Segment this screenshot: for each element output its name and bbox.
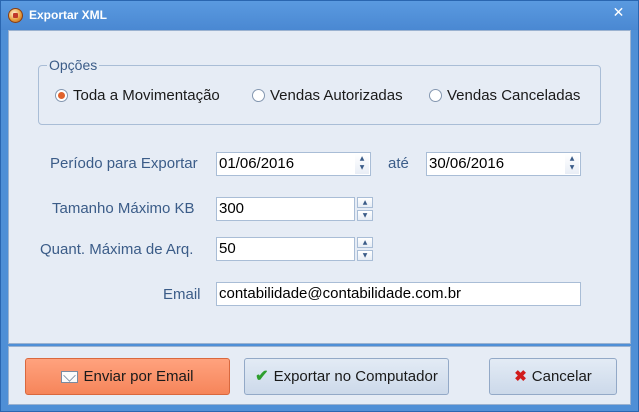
date-to-spinner[interactable]: ▲ ▼	[565, 154, 579, 174]
date-to-input[interactable]: 30/06/2016	[426, 152, 581, 176]
close-icon: ✖	[514, 367, 527, 385]
radio-label: Toda a Movimentação	[73, 86, 220, 104]
window-title: Exportar XML	[29, 8, 108, 22]
export-computer-label: Exportar no Computador	[273, 368, 438, 385]
date-from-spinner[interactable]: ▲ ▼	[355, 154, 369, 174]
radio-button[interactable]	[429, 88, 442, 102]
cancel-label: Cancelar	[531, 368, 592, 385]
send-email-button[interactable]: Enviar por Email	[25, 358, 230, 395]
radio-button[interactable]	[252, 88, 265, 102]
decrement-button[interactable]: ▼	[357, 250, 373, 261]
max-files-input[interactable]: 50	[216, 237, 355, 261]
decrement-button[interactable]: ▼	[357, 210, 373, 221]
radio-button-checked[interactable]	[55, 88, 68, 102]
cancel-button[interactable]: ✖ Cancelar	[489, 358, 617, 395]
radio-label: Vendas Autorizadas	[270, 86, 403, 104]
email-field[interactable]: contabilidade@contabilidade.com.br	[216, 282, 581, 306]
app-icon	[8, 8, 23, 23]
period-label: Período para Exportar	[50, 155, 198, 172]
envelope-icon	[61, 370, 79, 383]
radio-authorized-sales[interactable]: Vendas Autorizadas	[252, 86, 403, 104]
max-files-stepper: ▲ ▼	[357, 237, 373, 261]
max-size-stepper: ▲ ▼	[357, 197, 373, 221]
main-panel: Opções Toda a Movimentação Vendas Autori…	[8, 30, 631, 344]
export-computer-button[interactable]: ✔ Exportar no Computador	[244, 358, 449, 395]
increment-button[interactable]: ▲	[357, 197, 373, 208]
radio-cancelled-sales[interactable]: Vendas Canceladas	[429, 86, 580, 104]
check-icon: ✔	[255, 367, 269, 385]
send-email-label: Enviar por Email	[83, 368, 194, 385]
max-files-label: Quant. Máxima de Arq.	[40, 241, 194, 258]
options-group-title: Opções	[47, 57, 100, 73]
radio-label: Vendas Canceladas	[447, 86, 581, 104]
until-label: até	[388, 155, 409, 172]
options-group: Opções Toda a Movimentação Vendas Autori…	[38, 57, 601, 125]
max-size-input[interactable]: 300	[216, 197, 355, 221]
email-label: Email	[163, 286, 201, 303]
button-bar: Enviar por Email ✔ Exportar no Computado…	[8, 346, 631, 405]
radio-all-movement[interactable]: Toda a Movimentação	[55, 86, 220, 104]
max-size-label: Tamanho Máximo KB	[52, 200, 195, 217]
title-bar[interactable]: Exportar XML ✕	[1, 1, 638, 30]
close-button[interactable]: ✕	[603, 3, 634, 23]
increment-button[interactable]: ▲	[357, 237, 373, 248]
export-xml-window: Exportar XML ✕ Opções Toda a Movimentaçã…	[0, 0, 639, 412]
date-from-input[interactable]: 01/06/2016	[216, 152, 371, 176]
